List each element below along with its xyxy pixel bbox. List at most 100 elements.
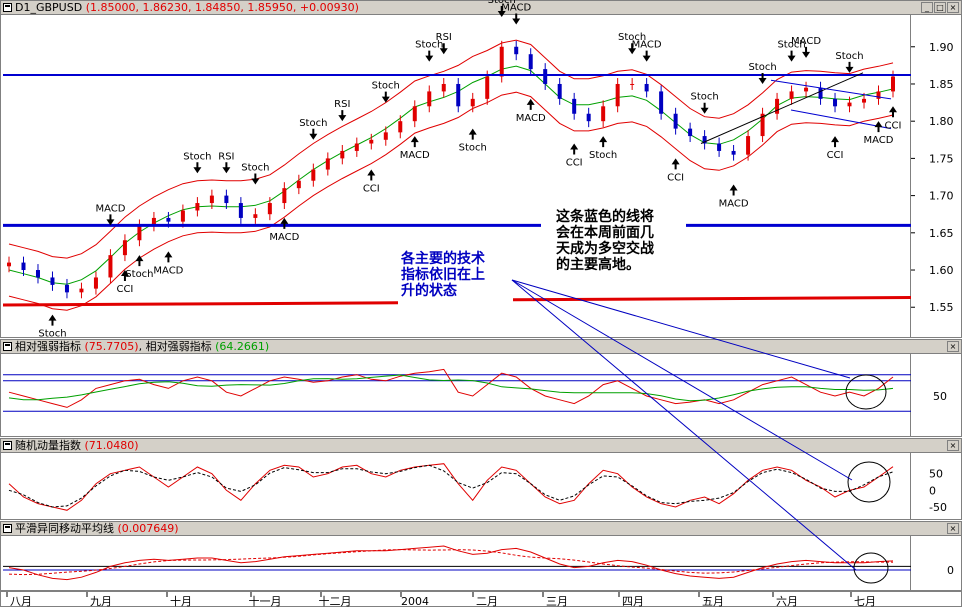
candle-body [731, 150, 736, 155]
candle-body [224, 195, 229, 204]
x-tick-label: 十二月 [319, 594, 352, 608]
signal-label: CCI [667, 172, 684, 183]
candle-body [7, 262, 11, 267]
buy-signal-arrow [729, 184, 738, 196]
x-axis: 八月 九月 十月 十一月 十二月 2004 二月 三月 四月 五月 六月 七月 [6, 592, 876, 608]
signal-label: RSI [334, 99, 350, 110]
candle-body [818, 87, 823, 99]
candle-body [412, 106, 417, 122]
price-tick-label: 1.90 [929, 41, 954, 54]
signal-label: CCI [116, 284, 133, 295]
rsi-signal-line [8, 374, 894, 402]
signal-label: Stoch [299, 118, 327, 129]
candle-body [586, 113, 591, 122]
sell-signal-arrow [845, 61, 854, 73]
sell-signal-arrow [338, 110, 347, 122]
signal-label: RSI [218, 151, 234, 162]
buy-signal-arrow [599, 136, 608, 148]
sell-signal-arrow [512, 13, 521, 25]
stoch-panel: 随机动量指数 (71.0480) × 50 0 -50 [0, 438, 962, 520]
annotation-text-center: 各主要的技术 [400, 250, 485, 267]
sell-signal-arrow [106, 214, 115, 226]
annotation-text-center: 升的状态 [401, 282, 457, 299]
rsi-panel: 相对强弱指标 (75.7705), 相对强弱指标 (64.2661) × 50 [0, 339, 962, 437]
candle-body [325, 158, 330, 170]
signal-label: MACD [501, 2, 531, 13]
signal-label: CCI [885, 120, 902, 131]
candle-body [122, 240, 127, 256]
candle-body [572, 98, 577, 114]
candle-body [775, 98, 780, 114]
signal-label: MACD [632, 40, 662, 51]
candle-body [630, 83, 635, 85]
signal-label: MACD [791, 36, 821, 47]
sell-signal-arrow [787, 50, 796, 62]
signal-label: Stoch [241, 162, 269, 173]
candle-body [659, 91, 664, 114]
candle-body [543, 69, 548, 84]
signal-label: MACD [400, 150, 430, 161]
signal-label: Stoch [748, 62, 776, 73]
buy-signal-arrow [367, 169, 376, 181]
x-tick-label: 八月 [10, 595, 32, 608]
candle-body [615, 83, 620, 107]
sell-signal-arrow [425, 50, 434, 62]
price-tick-label: 1.55 [929, 301, 954, 314]
candle-body [137, 225, 142, 241]
candle-body [688, 128, 693, 137]
x-tick-label: 四月 [622, 595, 644, 608]
price-tick-label: 1.80 [929, 115, 954, 128]
buy-signal-arrow [570, 143, 579, 155]
annotation-text-right: 天成为多空交战 [556, 240, 654, 257]
candle-body [21, 262, 26, 271]
candle-body [195, 203, 200, 211]
candle-body [876, 91, 881, 99]
candle-body [789, 91, 794, 99]
signal-label: Stoch [589, 150, 617, 161]
sell-signal-arrow [700, 102, 709, 114]
x-tick-label: 二月 [476, 595, 498, 608]
candle-body [383, 132, 388, 140]
candle-body [354, 143, 359, 151]
candle-body [166, 217, 171, 222]
sell-signal-arrow [642, 50, 651, 62]
candle-body [847, 102, 852, 107]
signal-label: RSI [436, 32, 452, 43]
candle-body [50, 277, 55, 285]
candle-body [673, 113, 678, 129]
candle-body [267, 203, 272, 215]
stoch-tick-label: 0 [929, 484, 936, 497]
candle-body [311, 169, 316, 181]
buy-signal-arrow [468, 128, 477, 140]
price-chart: 1.901.851.801.751.701.651.601.55StochMAC… [2, 0, 954, 340]
highlight-circle [845, 374, 887, 410]
macd-tick-label: 0 [947, 564, 954, 577]
signal-label: Stoch [183, 151, 211, 162]
candle-body [369, 139, 374, 144]
candle-body [514, 46, 519, 55]
candle-body [238, 203, 243, 218]
signal-label: Stoch [690, 92, 718, 103]
candle-body [79, 288, 84, 293]
macd-line [8, 545, 894, 581]
signal-label: MACD [864, 135, 894, 146]
macd-chart: 0 [3, 545, 954, 584]
x-tick-label: 2004 [401, 595, 429, 608]
candle-body [108, 255, 113, 278]
signal-label: CCI [363, 184, 380, 195]
candle-body [427, 91, 432, 107]
annotation-text-right: 这条蓝色的线将 [556, 208, 654, 225]
candle-body [35, 270, 40, 278]
stoch-tick-label: 50 [929, 468, 943, 481]
candle-body [93, 277, 98, 289]
candle-body [456, 83, 461, 107]
rsi-chart: 50 [3, 368, 947, 412]
sell-signal-arrow [193, 162, 202, 174]
annotation-text-center: 指标依旧在上 [401, 266, 485, 283]
buy-signal-arrow [410, 136, 419, 148]
candle-body [644, 83, 649, 92]
candle-body [64, 284, 69, 293]
candle-body [340, 150, 345, 159]
annotation-text-right: 的主要高地。 [556, 256, 640, 273]
x-tick-label: 六月 [776, 595, 798, 608]
